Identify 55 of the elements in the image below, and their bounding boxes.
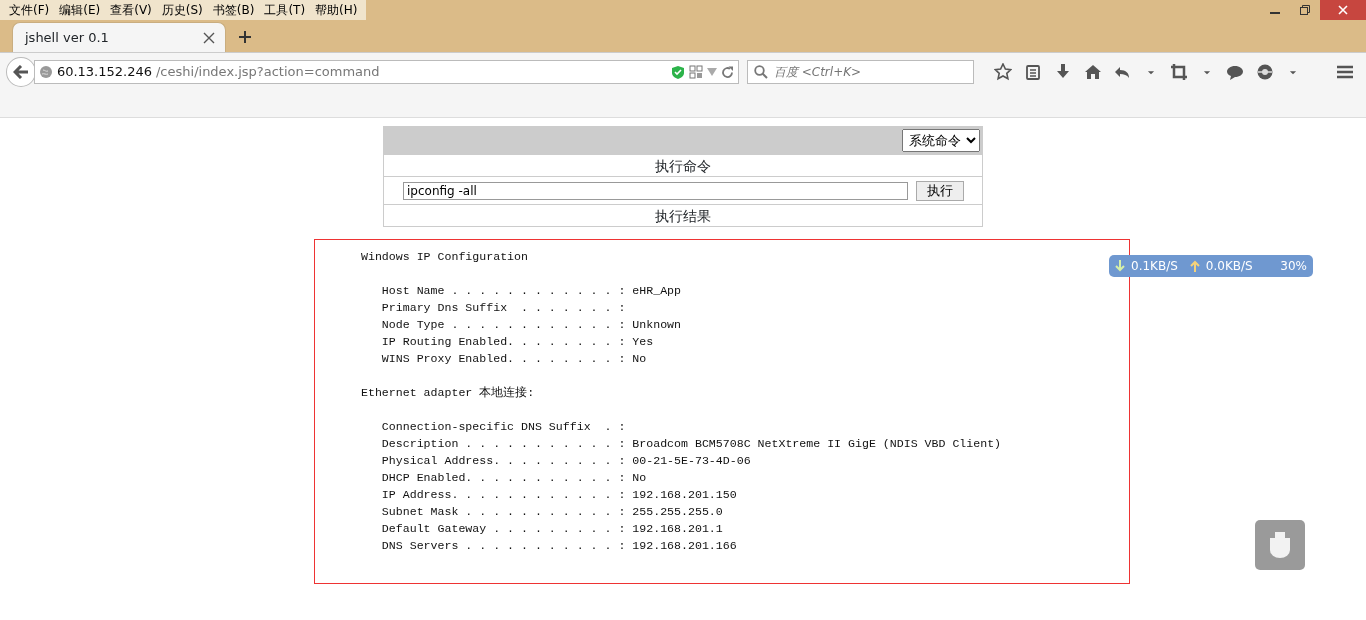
- output-line: IP Routing Enabled. . . . . . . . : Yes: [380, 334, 655, 350]
- upload-arrow-icon: [1189, 260, 1200, 272]
- back-button[interactable]: [6, 57, 36, 87]
- output-line: Host Name . . . . . . . . . . . . : eHR_App: [380, 283, 683, 299]
- restore-icon[interactable]: [1300, 5, 1310, 15]
- percent-text: 30%: [1280, 258, 1307, 275]
- search-field[interactable]: 百度 <Ctrl+K>: [746, 60, 974, 84]
- back-arrow-icon[interactable]: [12, 65, 29, 79]
- command-input[interactable]: ipconfig -all: [403, 181, 908, 200]
- close-tab-icon[interactable]: [203, 31, 215, 44]
- output-line: Windows IP Configuration: [361, 249, 529, 265]
- bookmark-star-icon[interactable]: [994, 63, 1012, 81]
- speech-bubble-icon[interactable]: [1226, 63, 1244, 81]
- reload-icon[interactable]: [720, 65, 734, 79]
- globe-icon: [38, 65, 53, 79]
- output-line: Description . . . . . . . . . . . : Broadcom BCM5708C NetXtreme II GigE (NDIS VBD Client): [380, 436, 1003, 452]
- home-icon[interactable]: [1084, 63, 1102, 81]
- mode-select[interactable]: 系统命令: [902, 129, 980, 152]
- output-line: Ethernet adapter 本地连接:: [361, 385, 536, 401]
- upload-speed: 0.0KB/S: [1205, 258, 1253, 275]
- url-host-text: 60.13.152.246: [56, 63, 152, 82]
- output-line: DNS Servers . . . . . . . . . . . : 192.168.201.166: [380, 538, 738, 554]
- download-speed: 0.1KB/S: [1131, 258, 1178, 275]
- output-line: Primary Dns Suffix . . . . . . . :: [380, 300, 627, 316]
- output-line: Default Gateway . . . . . . . . . : 192.168.201.1: [380, 521, 724, 537]
- run-button[interactable]: 执行: [916, 180, 964, 201]
- browser-tab[interactable]: jshell ver 0.1: [12, 22, 226, 52]
- qr-code-icon[interactable]: [688, 65, 703, 79]
- address-bar[interactable]: 60.13.152.246 /ceshi/index.jsp?action=command: [33, 60, 739, 84]
- crop-icon[interactable]: [1170, 63, 1188, 81]
- menu-item[interactable]: 文件(F): [4, 1, 55, 19]
- menu-icon[interactable]: [1336, 63, 1354, 81]
- menu-item[interactable]: 历史(S): [156, 1, 208, 19]
- command-heading: 执行命令: [655, 158, 711, 174]
- shield-icon[interactable]: [670, 64, 685, 80]
- output-line: Node Type . . . . . . . . . . . . : Unknown: [380, 317, 683, 333]
- search-icon: [753, 65, 768, 79]
- menu-item[interactable]: 查看(V): [105, 1, 157, 19]
- close-icon[interactable]: [1338, 5, 1348, 15]
- output-line: DHCP Enabled. . . . . . . . . . . : No: [380, 470, 648, 486]
- output-line: IP Address. . . . . . . . . . . . : 192.168.201.150: [380, 487, 738, 503]
- new-tab-icon[interactable]: [238, 30, 252, 44]
- result-heading: 执行结果: [655, 208, 711, 224]
- globe-face-icon[interactable]: [1256, 63, 1274, 81]
- menu-item[interactable]: 书签(B): [207, 1, 260, 19]
- output-line: Physical Address. . . . . . . . . : 00-21-5E-73-4D-06: [380, 453, 752, 469]
- menu-item[interactable]: 编辑(E): [54, 1, 106, 19]
- output-line: WINS Proxy Enabled. . . . . . . . : No: [380, 351, 648, 367]
- output-line: Subnet Mask . . . . . . . . . . . : 255.255.255.0: [380, 504, 724, 520]
- clipboard-icon[interactable]: [1024, 63, 1042, 81]
- url-path-text: /ceshi/index.jsp?action=command: [156, 63, 380, 82]
- output-line: Connection-specific DNS Suffix . :: [380, 419, 627, 435]
- menu-item[interactable]: 帮助(H): [310, 1, 363, 19]
- menu-item[interactable]: 工具(T): [259, 1, 311, 19]
- download-arrow-icon: [1115, 260, 1125, 272]
